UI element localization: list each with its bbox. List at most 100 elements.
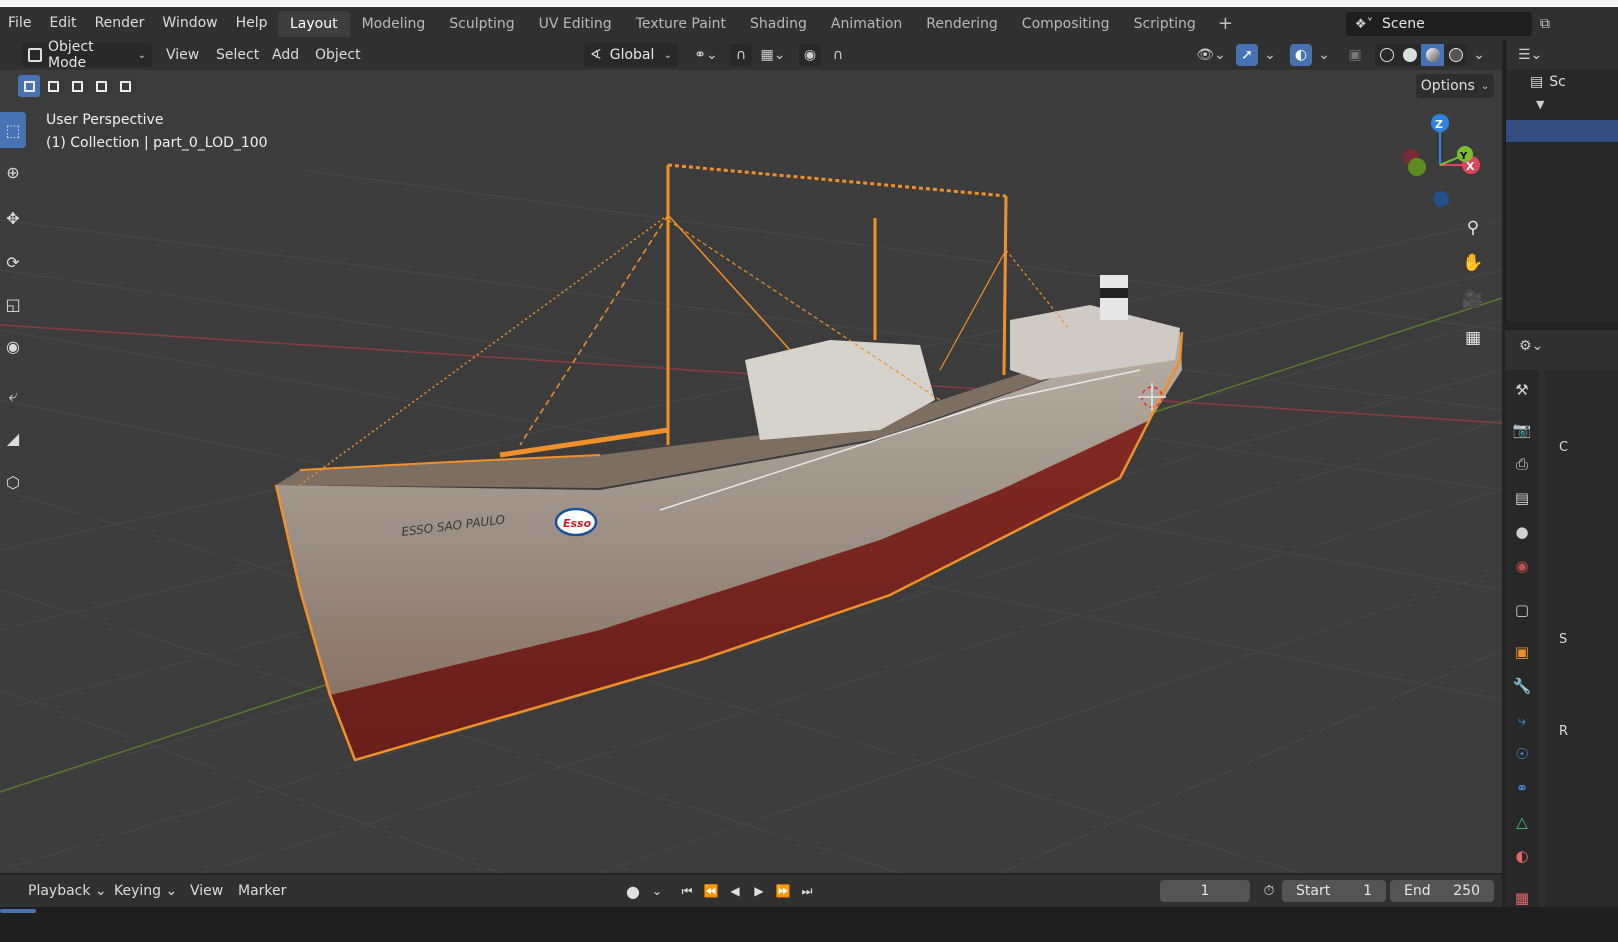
menu-view[interactable]: View [190, 875, 223, 907]
collection-tab-icon[interactable]: ▢ [1508, 596, 1536, 624]
play-icon[interactable]: ▶ [748, 880, 770, 902]
properties-editor-icon[interactable]: ⚙⌄ [1519, 338, 1543, 354]
rendered-shading-icon[interactable] [1444, 44, 1467, 66]
move-tool-icon[interactable]: ✥ [0, 200, 26, 236]
current-frame-field[interactable]: 1 [1160, 880, 1250, 902]
jump-end-icon[interactable]: ⏭ [796, 880, 818, 902]
visibility-icon[interactable]: 👁⌄ [1193, 44, 1229, 66]
esso-logo-text: Esso [563, 517, 592, 530]
output-tab-icon[interactable]: ⎙ [1508, 450, 1536, 478]
transform-tool-icon[interactable]: ◉ [0, 328, 26, 364]
wireframe-shading-icon[interactable] [1375, 44, 1398, 66]
physics-tab-icon[interactable]: ☉ [1508, 740, 1536, 768]
chevron-down-icon[interactable]: ⌄ [1470, 44, 1488, 66]
material-shading-icon[interactable] [1421, 44, 1444, 66]
scale-tool-icon[interactable]: ◱ [0, 286, 26, 322]
start-frame-field[interactable]: Start 1 [1282, 880, 1386, 902]
falloff-icon[interactable]: ∩ [826, 44, 850, 66]
timer-icon[interactable]: ⏱ [1258, 880, 1280, 902]
menu-render[interactable]: Render [86, 7, 154, 40]
material-tab-icon[interactable]: ◐ [1508, 842, 1536, 870]
add-cube-tool-icon[interactable]: ⬡ [0, 464, 26, 500]
particles-tab-icon[interactable]: ⤷ [1508, 706, 1536, 734]
play-reverse-icon[interactable]: ◀ [724, 880, 746, 902]
measure-tool-icon[interactable]: ◢ [0, 420, 26, 456]
transform-orientation-dropdown[interactable]: ∢ Global ⌄ [584, 43, 678, 67]
menu-select[interactable]: Select [216, 40, 259, 70]
menu-file[interactable]: File [0, 7, 40, 40]
mode-dropdown[interactable]: Object Mode ⌄ [22, 39, 152, 71]
pivot-icon[interactable]: ⚭⌄ [690, 44, 722, 66]
next-keyframe-icon[interactable]: ⏩ [772, 880, 794, 902]
select-invert-icon[interactable] [90, 75, 112, 97]
tab-sculpting[interactable]: Sculpting [437, 11, 526, 37]
overlay-icon[interactable]: ◐ [1290, 44, 1312, 66]
end-frame-field[interactable]: End 250 [1390, 880, 1494, 902]
snap-target-icon[interactable]: ▦⌄ [754, 44, 792, 66]
camera-icon[interactable]: 🎥 [1457, 284, 1489, 316]
select-box-tool-icon[interactable]: ⬚ [0, 112, 26, 148]
gizmo-y-label: Y [1459, 151, 1468, 162]
prev-keyframe-icon[interactable]: ⏪ [700, 880, 722, 902]
zoom-icon[interactable]: ⚲ [1457, 212, 1489, 244]
timeline-area[interactable] [0, 907, 1618, 942]
select-intersect-icon[interactable] [114, 75, 136, 97]
expand-arrow-icon[interactable]: ▼ [1536, 98, 1544, 111]
chevron-down-icon[interactable]: ⌄ [646, 880, 668, 902]
world-tab-icon[interactable]: ◉ [1508, 552, 1536, 580]
tab-modeling[interactable]: Modeling [350, 11, 438, 37]
new-scene-icon[interactable]: ⧉ [1534, 13, 1556, 35]
tab-shading[interactable]: Shading [738, 11, 819, 37]
tab-scripting[interactable]: Scripting [1122, 11, 1208, 37]
solid-shading-icon[interactable] [1398, 44, 1421, 66]
view-layer-tab-icon[interactable]: ▤ [1508, 484, 1536, 512]
jump-start-icon[interactable]: ⏮ [676, 880, 698, 902]
menu-object[interactable]: Object [315, 40, 361, 70]
snap-icon[interactable]: ∩ [730, 44, 752, 66]
grid-view-icon[interactable]: ▦ [1457, 322, 1489, 354]
menu-add[interactable]: Add [272, 40, 299, 70]
rotate-tool-icon[interactable]: ⟳ [0, 244, 26, 280]
outliner-scene-row[interactable]: ▤ Sc [1530, 74, 1566, 90]
select-extend-icon[interactable] [42, 75, 64, 97]
modifier-tab-icon[interactable]: 🔧 [1508, 672, 1536, 700]
menu-edit[interactable]: Edit [40, 7, 85, 40]
menu-keying[interactable]: Keying ⌄ [114, 875, 177, 907]
editor-type-icon[interactable]: ☰⌄ [1518, 47, 1542, 63]
tab-uv-editing[interactable]: UV Editing [527, 11, 624, 37]
annotate-tool-icon[interactable]: ⤶ [0, 378, 26, 414]
data-tab-icon[interactable]: △ [1508, 808, 1536, 836]
tab-rendering[interactable]: Rendering [914, 11, 1010, 37]
proportional-edit-icon[interactable]: ◉ [799, 44, 821, 66]
outliner-selected-row[interactable] [1506, 120, 1618, 142]
start-label: Start [1296, 883, 1331, 899]
object-tab-icon[interactable]: ▣ [1508, 638, 1536, 666]
tab-layout[interactable]: Layout [278, 11, 350, 37]
menu-marker[interactable]: Marker [238, 875, 286, 907]
gizmo-icon[interactable]: ➚ [1236, 44, 1258, 66]
properties-tabs: ⚒ 📷 ⎙ ▤ ● ◉ ▢ ▣ 🔧 ⤷ ☉ ⚭ △ ◐ ▦ [1505, 370, 1539, 942]
chevron-down-icon[interactable]: ⌄ [1316, 44, 1332, 66]
tab-animation[interactable]: Animation [819, 11, 914, 37]
render-tab-icon[interactable]: 📷 [1508, 416, 1536, 444]
record-icon[interactable]: ● [622, 880, 644, 902]
tab-compositing[interactable]: Compositing [1010, 11, 1122, 37]
scene-selector[interactable]: ❖˅ Scene [1346, 12, 1532, 36]
tool-tab-icon[interactable]: ⚒ [1508, 376, 1536, 404]
3d-viewport[interactable]: ESSO SAO PAULO Esso Z X Y User Perspecti… [0, 70, 1502, 873]
menu-window[interactable]: Window [153, 7, 226, 40]
menu-playback[interactable]: Playback ⌄ [28, 875, 107, 907]
options-dropdown[interactable]: Options ⌄ [1416, 74, 1494, 98]
select-subtract-icon[interactable] [66, 75, 88, 97]
cursor-tool-icon[interactable]: ⊕ [0, 154, 26, 190]
constraints-tab-icon[interactable]: ⚭ [1508, 774, 1536, 802]
menu-view[interactable]: View [166, 40, 199, 70]
xray-icon[interactable]: ▣ [1344, 44, 1366, 66]
tab-texture-paint[interactable]: Texture Paint [624, 11, 738, 37]
plus-icon[interactable]: + [1208, 11, 1243, 37]
menu-help[interactable]: Help [227, 7, 277, 40]
scene-tab-icon[interactable]: ● [1508, 518, 1536, 546]
chevron-down-icon[interactable]: ⌄ [1262, 44, 1278, 66]
select-new-icon[interactable] [18, 75, 40, 97]
pan-hand-icon[interactable]: ✋ [1457, 247, 1489, 279]
